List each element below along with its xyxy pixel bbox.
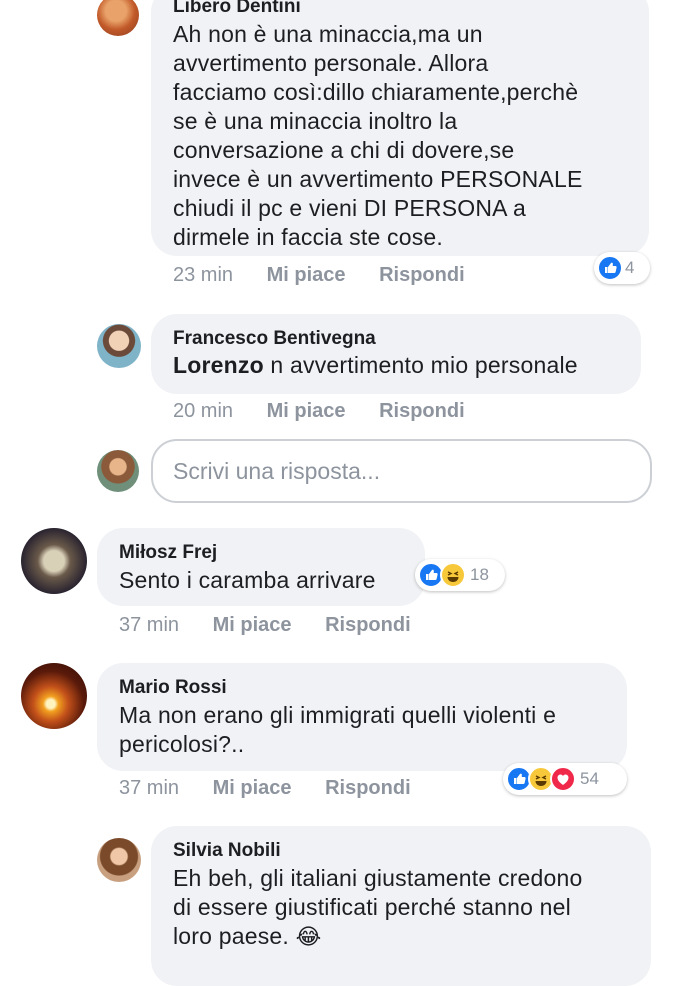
like-icon: [597, 255, 623, 281]
love-icon: [550, 766, 576, 792]
comment-meta: 37 min Mi piace Rispondi: [119, 777, 411, 800]
reply-button[interactable]: Rispondi: [325, 777, 411, 799]
comment-text: Sento i caramba arrivare: [119, 567, 376, 593]
comment-author[interactable]: Mario Rossi: [119, 677, 627, 699]
reply-button[interactable]: Rispondi: [379, 400, 465, 422]
reaction-summary[interactable]: 18: [415, 559, 505, 591]
avatar: [97, 450, 139, 492]
comment-author[interactable]: Silvia Nobili: [173, 840, 651, 862]
comment-time[interactable]: 37 min: [119, 614, 179, 636]
avatar[interactable]: [21, 663, 87, 729]
avatar[interactable]: [97, 324, 141, 368]
reply-input[interactable]: Scrivi una risposta...: [151, 439, 652, 503]
reaction-count: 4: [625, 258, 635, 277]
like-button[interactable]: Mi piace: [267, 400, 346, 422]
reply-button[interactable]: Rispondi: [325, 614, 411, 636]
comment-author[interactable]: Miłosz Frej: [119, 542, 425, 564]
comment-text: Eh beh, gli italiani giustamente credono…: [173, 865, 583, 949]
mention-link[interactable]: Lorenzo: [173, 352, 264, 378]
reaction-summary[interactable]: 54: [503, 763, 627, 795]
comment-text: Ah non è una minaccia,ma un avvertimento…: [173, 21, 583, 250]
like-button[interactable]: Mi piace: [213, 777, 292, 799]
avatar[interactable]: [21, 528, 87, 594]
comment-author[interactable]: Francesco Bentivegna: [173, 328, 641, 350]
comment-bubble: Miłosz Frej Sento i caramba arrivare: [97, 528, 425, 606]
comment-text: Ma non erano gli immigrati quelli violen…: [119, 702, 557, 757]
comment-bubble: Libero Dentini Ah non è una minaccia,ma …: [151, 0, 649, 256]
reaction-count: 54: [580, 769, 599, 788]
haha-icon: [440, 562, 466, 588]
comment-meta: 23 min Mi piace Rispondi: [173, 264, 465, 287]
reply-placeholder: Scrivi una risposta...: [173, 457, 381, 484]
comment-meta: 20 min Mi piace Rispondi: [173, 400, 465, 423]
comment-bubble: Silvia Nobili Eh beh, gli italiani giust…: [151, 826, 651, 986]
comment-bubble: Francesco Bentivegna Lorenzo n avvertime…: [151, 314, 641, 394]
comment-time[interactable]: 23 min: [173, 264, 233, 286]
like-button[interactable]: Mi piace: [267, 264, 346, 286]
comment-bubble: Mario Rossi Ma non erano gli immigrati q…: [97, 663, 627, 771]
laughing-emoji-icon: 😂: [295, 924, 322, 949]
comment-time[interactable]: 37 min: [119, 777, 179, 799]
reply-button[interactable]: Rispondi: [379, 264, 465, 286]
comment-time[interactable]: 20 min: [173, 400, 233, 422]
like-button[interactable]: Mi piace: [213, 614, 292, 636]
avatar[interactable]: [97, 838, 141, 882]
comment-meta: 37 min Mi piace Rispondi: [119, 614, 411, 637]
comment-author[interactable]: Libero Dentini: [173, 0, 649, 18]
comment-text: Lorenzo n avvertimento mio personale: [173, 352, 578, 378]
reaction-summary[interactable]: 4: [594, 252, 650, 284]
avatar[interactable]: [97, 0, 139, 36]
reaction-count: 18: [470, 565, 489, 584]
